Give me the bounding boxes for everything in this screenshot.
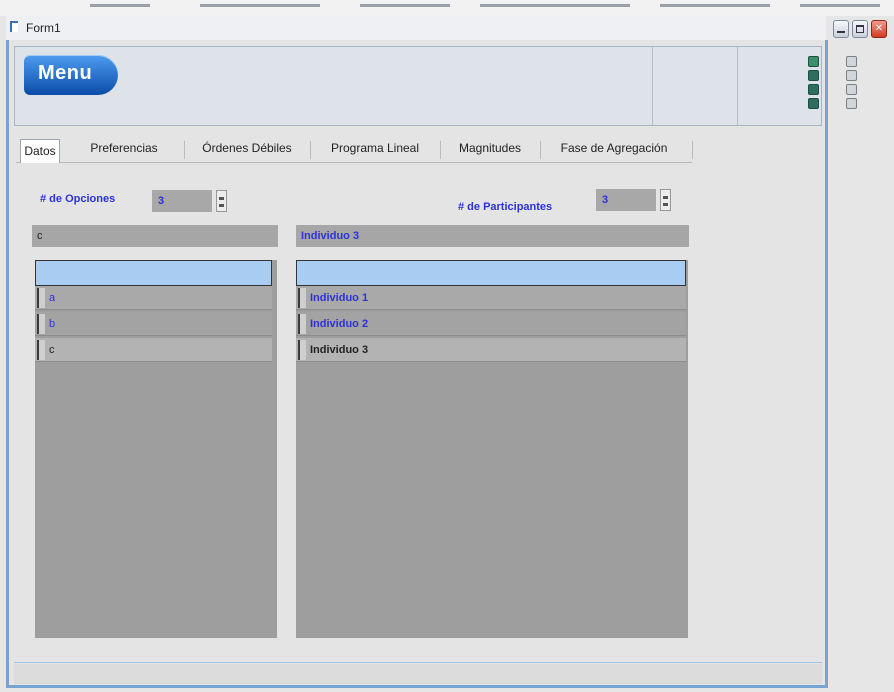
table-row[interactable]: b (35, 312, 272, 336)
tab-ordenes-debiles[interactable]: Órdenes Débiles (188, 135, 306, 161)
table-row[interactable]: Individuo 1 (296, 286, 686, 310)
minimize-button[interactable] (833, 20, 849, 38)
opciones-grid-header (35, 260, 272, 286)
participantes-label: # de Participantes (458, 201, 553, 213)
participantes-current[interactable]: Individuo 3 (296, 225, 689, 247)
participantes-spinner-arrows[interactable] (660, 189, 671, 211)
table-row[interactable]: a (35, 286, 272, 310)
menu-button[interactable]: Menu (24, 55, 118, 95)
window-controls: ✕ (833, 20, 894, 40)
table-row[interactable]: c (35, 338, 272, 362)
status-bar (14, 664, 822, 684)
row-label: Individuo 3 (310, 344, 369, 356)
top-strip (0, 0, 894, 16)
opciones-current[interactable]: c (32, 225, 278, 247)
row-label: Individuo 1 (310, 292, 369, 304)
participantes-spinner-value[interactable]: 3 (596, 189, 656, 211)
row-label: a (49, 292, 56, 304)
window-title: Form1 (26, 21, 61, 35)
tile-icon[interactable] (846, 98, 857, 109)
close-button[interactable]: ✕ (871, 20, 887, 38)
table-row[interactable]: Individuo 2 (296, 312, 686, 336)
tab-datos[interactable]: Datos (20, 139, 60, 163)
participantes-grid-header (296, 260, 686, 286)
maximize-button[interactable] (852, 20, 868, 38)
close-icon[interactable] (808, 56, 819, 67)
tab-preferencias[interactable]: Preferencias (68, 135, 180, 161)
opciones-spinner-value[interactable]: 3 (152, 190, 212, 212)
maximize-icon[interactable] (808, 84, 819, 95)
tab-programa-lineal[interactable]: Programa Lineal (314, 135, 436, 161)
opciones-grid[interactable]: a b c (35, 260, 277, 638)
status-divider (14, 662, 822, 663)
restore-icon[interactable] (808, 98, 819, 109)
menu-button-label: Menu (38, 62, 93, 84)
header-panel (14, 46, 822, 126)
minimize-icon[interactable] (808, 70, 819, 81)
external-icon-column (846, 56, 858, 112)
close-icon[interactable] (846, 56, 857, 67)
restore-icon[interactable] (846, 84, 857, 95)
mdi-icon-column (808, 56, 820, 112)
row-label: Individuo 2 (310, 318, 369, 330)
tab-fase-de-agregacion[interactable]: Fase de Agregación (544, 135, 684, 161)
opciones-spinner-arrows[interactable] (216, 190, 227, 212)
tab-strip: Datos Preferencias Órdenes Débiles Progr… (16, 135, 696, 163)
form-icon (10, 21, 18, 32)
tab-magnitudes[interactable]: Magnitudes (444, 135, 536, 161)
opciones-label: # de Opciones (40, 193, 116, 205)
participantes-grid[interactable]: Individuo 1 Individuo 2 Individuo 3 (296, 260, 688, 638)
row-label: b (49, 318, 56, 330)
table-row[interactable]: Individuo 3 (296, 338, 686, 362)
row-label: c (49, 344, 55, 356)
minimize-icon[interactable] (846, 70, 857, 81)
title-bar: Form1 (6, 16, 826, 41)
